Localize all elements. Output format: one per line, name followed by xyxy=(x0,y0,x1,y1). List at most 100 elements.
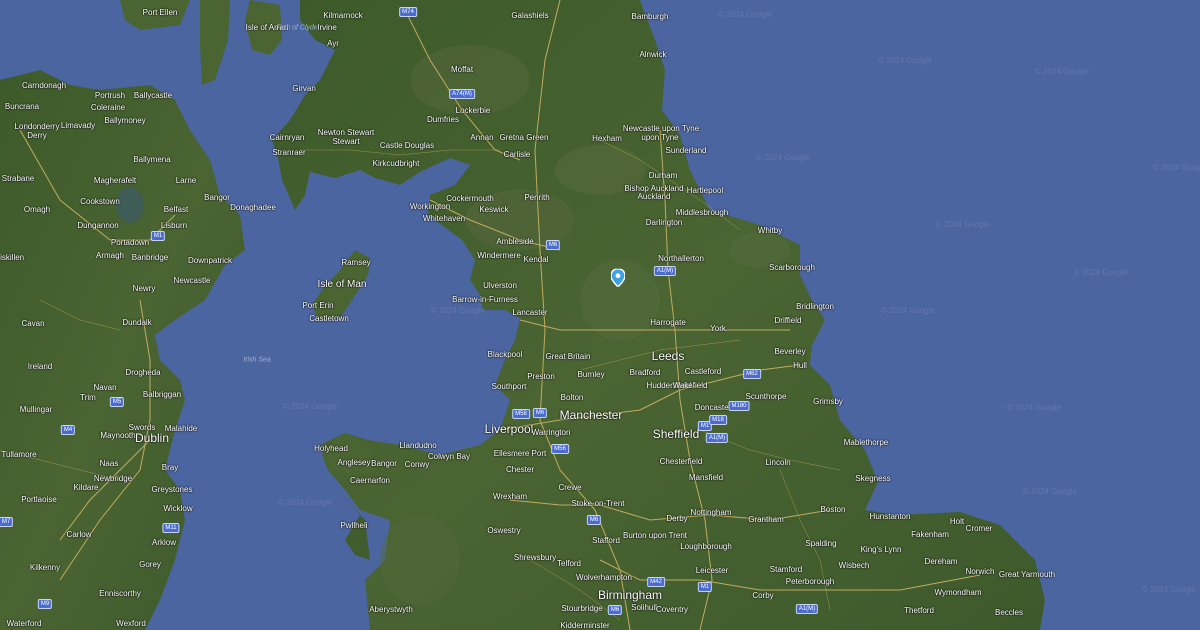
place-label[interactable]: Ramsey xyxy=(341,259,370,267)
place-label[interactable]: Preston xyxy=(527,373,555,381)
place-label[interactable]: Hexham xyxy=(592,135,622,143)
place-label[interactable]: Cromer xyxy=(966,525,993,533)
place-label[interactable]: Northallerton xyxy=(658,255,704,263)
place-label[interactable]: Newbridge xyxy=(94,475,132,483)
place-label[interactable]: Lisburn xyxy=(161,222,187,230)
place-label[interactable]: Llandudno xyxy=(399,442,436,450)
place-label[interactable]: Thetford xyxy=(904,607,934,615)
place-label[interactable]: Newry xyxy=(133,285,156,293)
place-label[interactable]: Burton upon Trent xyxy=(623,532,687,540)
place-label[interactable]: Buncrana xyxy=(5,103,39,111)
place-label[interactable]: Oswestry xyxy=(487,527,520,535)
place-label[interactable]: Port Ellen xyxy=(143,9,178,17)
place-label[interactable]: Trim xyxy=(80,394,96,402)
place-label[interactable]: Windermere xyxy=(477,252,521,260)
place-label[interactable]: Pwllheli xyxy=(340,522,367,530)
place-label[interactable]: Hartlepool xyxy=(687,187,723,195)
place-label[interactable]: Bangor xyxy=(371,460,397,468)
place-label[interactable]: Londonderry xyxy=(15,123,60,131)
place-label[interactable]: Maynooth xyxy=(100,432,135,440)
place-label[interactable]: Mablethorpe xyxy=(844,439,888,447)
place-label[interactable]: Mansfield xyxy=(689,474,723,482)
place-label[interactable]: Whitehaven xyxy=(423,215,465,223)
place-label[interactable]: Dungannon xyxy=(77,222,118,230)
place-label[interactable]: Coventry xyxy=(656,606,688,614)
place-label[interactable]: Solihull xyxy=(631,604,657,612)
place-label[interactable]: Wexford xyxy=(116,620,146,628)
place-label[interactable]: Telford xyxy=(557,560,581,568)
place-label[interactable]: Belfast xyxy=(164,206,188,214)
satellite-map[interactable]: Port Ellen Isle of Arran Firth of Clyde Kil… xyxy=(0,0,1200,630)
place-label[interactable]: Arklow xyxy=(152,539,176,547)
place-label[interactable]: Stranraer xyxy=(272,149,305,157)
place-label[interactable]: Birmingham xyxy=(598,589,662,601)
place-label[interactable]: Wicklow xyxy=(163,505,192,513)
place-label[interactable]: Leeds xyxy=(652,350,685,362)
place-label[interactable]: Hunstanton xyxy=(870,513,911,521)
place-label[interactable]: Gretna Green xyxy=(500,134,549,142)
place-label[interactable]: Derby xyxy=(666,515,687,523)
place-label[interactable]: Annan xyxy=(470,134,493,142)
place-label[interactable]: Bangor xyxy=(204,194,230,202)
place-label[interactable]: Dublin xyxy=(135,432,169,444)
place-label[interactable]: Liverpool xyxy=(485,423,534,435)
place-label[interactable]: Stewart xyxy=(332,138,359,146)
place-label[interactable]: Ballycastle xyxy=(134,92,172,100)
place-label[interactable]: Hull xyxy=(793,362,807,370)
place-label[interactable]: Firth of Clyde xyxy=(276,25,318,32)
place-label[interactable]: Kendal xyxy=(524,256,549,264)
place-label[interactable]: Ballymoney xyxy=(104,117,145,125)
place-label[interactable]: Irvine xyxy=(317,24,337,32)
place-label[interactable]: upon Tyne xyxy=(641,134,678,142)
place-label[interactable]: Cavan xyxy=(21,320,44,328)
place-label[interactable]: Strabane xyxy=(2,175,34,183)
place-label[interactable]: Kilmarnock xyxy=(323,12,363,20)
place-label[interactable]: Peterborough xyxy=(786,578,834,586)
place-label[interactable]: Tullamore xyxy=(1,451,36,459)
place-label[interactable]: Warrington xyxy=(532,429,571,437)
place-label[interactable]: Spalding xyxy=(805,540,836,548)
place-label[interactable]: Enniskillen xyxy=(0,254,24,262)
place-label[interactable]: Lockerbie xyxy=(456,107,491,115)
place-label[interactable]: Aberystwyth xyxy=(369,606,413,614)
place-label[interactable]: Castleford xyxy=(685,368,721,376)
place-label[interactable]: Bray xyxy=(162,464,178,472)
place-label[interactable]: Auckland xyxy=(638,193,671,201)
place-label[interactable]: Conwy xyxy=(405,461,429,469)
place-label[interactable]: Skegness xyxy=(855,475,890,483)
place-label[interactable]: Castletown xyxy=(309,315,349,323)
place-label[interactable]: Dereham xyxy=(925,558,958,566)
place-label[interactable]: Portrush xyxy=(95,92,125,100)
place-label[interactable]: Dumfries xyxy=(427,116,459,124)
place-label[interactable]: Leicester xyxy=(696,567,728,575)
place-label[interactable]: Stafford xyxy=(592,537,620,545)
place-label[interactable]: Armagh xyxy=(96,252,124,260)
place-label[interactable]: Norwich xyxy=(966,568,995,576)
place-label[interactable]: Lincoln xyxy=(765,459,790,467)
place-label[interactable]: Girvan xyxy=(292,85,316,93)
place-label[interactable]: Donaghadee xyxy=(230,204,276,212)
place-label[interactable]: Shrewsbury xyxy=(514,554,556,562)
place-label[interactable]: Workington xyxy=(410,203,450,211)
place-label[interactable]: Balbriggan xyxy=(143,391,181,399)
place-label[interactable]: York xyxy=(710,325,726,333)
place-label[interactable]: Burnley xyxy=(577,371,604,379)
place-label[interactable]: Harrogate xyxy=(650,319,686,327)
place-label[interactable]: Magherafelt xyxy=(94,177,136,185)
place-label[interactable]: Great Britain xyxy=(546,353,591,361)
place-label[interactable]: Stoke-on-Trent xyxy=(571,500,624,508)
place-label[interactable]: Anglesey xyxy=(338,459,371,467)
place-label[interactable]: Cairnryan xyxy=(270,134,305,142)
place-label[interactable]: Chester xyxy=(506,466,534,474)
place-label[interactable]: Castle Douglas xyxy=(380,142,434,150)
place-label[interactable]: Bamburgh xyxy=(632,13,669,21)
place-label[interactable]: Newcastle xyxy=(174,277,211,285)
place-label[interactable]: Durham xyxy=(649,172,677,180)
place-label[interactable]: Galashiels xyxy=(511,12,548,20)
place-label[interactable]: Kirkcudbright xyxy=(373,160,420,168)
place-label[interactable]: Omagh xyxy=(24,206,50,214)
place-label[interactable]: Waterford xyxy=(7,620,42,628)
place-label[interactable]: Greystones xyxy=(152,486,193,494)
place-label[interactable]: Ayr xyxy=(327,40,339,48)
place-label[interactable]: Doncaster xyxy=(695,404,731,412)
